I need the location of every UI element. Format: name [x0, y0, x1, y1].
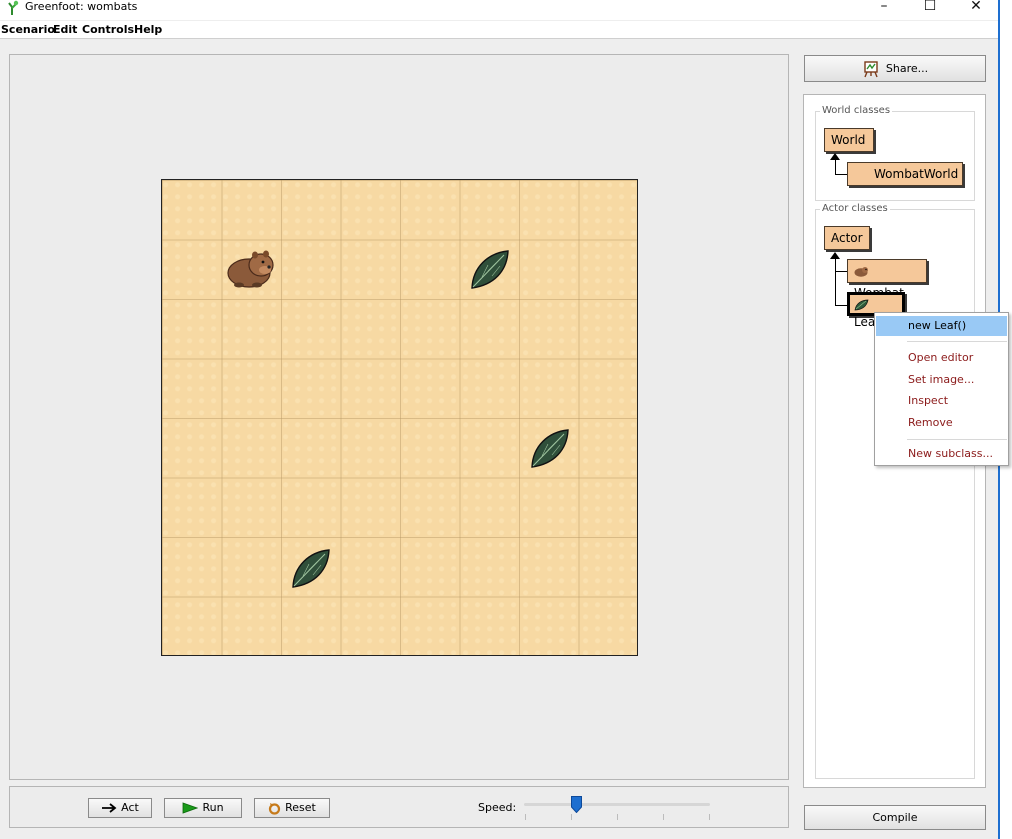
window-title: Greenfoot: wombats — [25, 0, 138, 13]
context-menu: new Leaf() Open editor Set image... Insp… — [874, 312, 1009, 466]
reset-button[interactable]: Reset — [254, 798, 330, 818]
menu-item-set-image[interactable]: Set image... — [876, 370, 1007, 390]
menu-item-inspect[interactable]: Inspect — [876, 391, 1007, 411]
menu-bar: Scenario Edit Controls Help — [0, 21, 998, 39]
speed-slider-thumb[interactable] — [571, 796, 583, 813]
wombat-actor[interactable] — [225, 243, 277, 295]
reset-label: Reset — [285, 801, 316, 814]
tree-line — [835, 259, 836, 306]
menu-item-new-leaf[interactable]: new Leaf() — [876, 316, 1007, 336]
minimize-button[interactable]: – — [862, 0, 906, 20]
menu-item-remove[interactable]: Remove — [876, 413, 1007, 433]
act-arrow-icon — [102, 803, 117, 813]
speed-slider-track[interactable] — [524, 803, 710, 806]
slider-tick — [617, 814, 618, 820]
run-label: Run — [202, 801, 224, 814]
wombat-icon — [854, 267, 868, 277]
reset-icon — [269, 802, 281, 815]
tree-line — [835, 160, 836, 174]
menu-separator — [907, 341, 1007, 342]
menu-item-open-editor[interactable]: Open editor — [876, 348, 1007, 368]
inherit-arrow-icon — [830, 252, 840, 259]
slider-tick — [663, 814, 664, 820]
tree-line — [835, 305, 847, 306]
share-button[interactable]: Share... — [804, 55, 986, 82]
close-button[interactable]: ✕ — [954, 0, 998, 20]
run-play-icon — [183, 802, 199, 814]
menu-controls[interactable]: Controls — [82, 23, 134, 37]
menu-item-new-subclass[interactable]: New subclass... — [876, 444, 1007, 464]
slider-tick — [525, 814, 526, 820]
greenfoot-logo-icon — [8, 0, 19, 15]
class-wombat[interactable]: Wombat — [847, 259, 927, 300]
speed-label: Speed: — [478, 801, 517, 814]
slider-tick — [709, 814, 710, 820]
inherit-arrow-icon — [830, 153, 840, 160]
title-bar: Greenfoot: wombats – ☐ ✕ — [0, 0, 1000, 20]
share-label: Share... — [885, 62, 929, 75]
world-classes-label: World classes — [820, 105, 893, 117]
tree-line — [835, 174, 847, 175]
leaf-icon — [854, 299, 869, 310]
tree-line — [835, 271, 847, 272]
class-world[interactable]: World — [824, 128, 874, 152]
slider-tick — [571, 814, 572, 820]
menu-edit[interactable]: Edit — [53, 23, 77, 37]
menu-help[interactable]: Help — [134, 23, 162, 37]
class-actor[interactable]: Actor — [824, 226, 870, 250]
act-label: Act — [121, 801, 139, 814]
world-grid[interactable] — [161, 179, 638, 656]
leaf-actor[interactable] — [285, 542, 337, 594]
maximize-button[interactable]: ☐ — [908, 0, 952, 20]
leaf-actor[interactable] — [524, 422, 576, 474]
menu-separator — [907, 439, 1007, 440]
menu-scenario[interactable]: Scenario — [1, 23, 55, 37]
class-wombatworld[interactable]: WombatWorld — [847, 162, 963, 186]
leaf-actor[interactable] — [464, 243, 516, 295]
run-button[interactable]: Run — [164, 798, 242, 818]
actor-classes-label: Actor classes — [820, 203, 890, 215]
share-easel-icon — [864, 61, 878, 78]
act-button[interactable]: Act — [88, 798, 152, 818]
compile-button[interactable]: Compile — [804, 805, 986, 830]
